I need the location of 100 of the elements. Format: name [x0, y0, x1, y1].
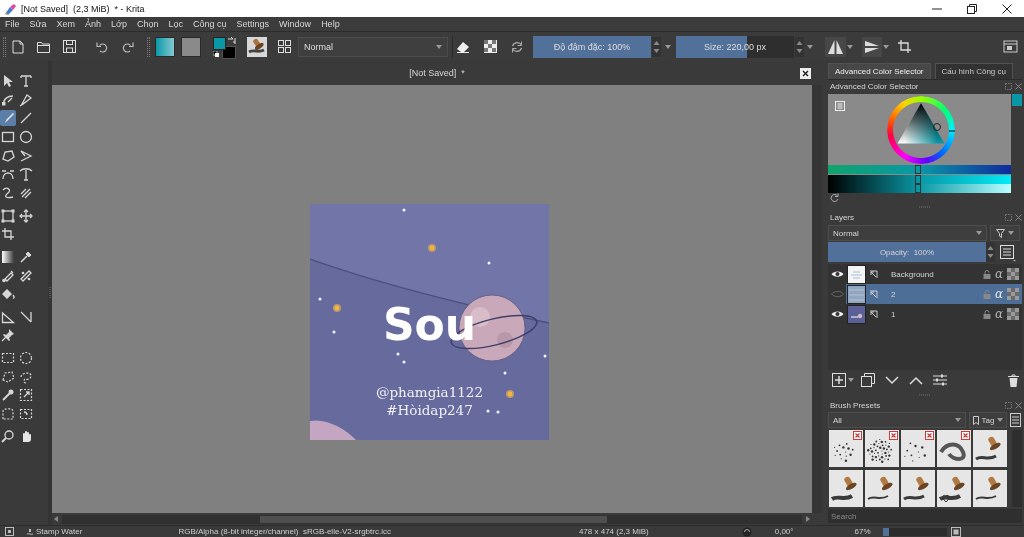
freehand-path-icon[interactable] [18, 166, 34, 183]
color-marker-icon[interactable] [932, 122, 941, 131]
brush-preset-thumbnail[interactable] [865, 470, 899, 507]
checkerboard-icon[interactable] [1007, 308, 1019, 320]
current-color-swatch[interactable] [1012, 94, 1022, 106]
color-slider-handle[interactable] [914, 174, 921, 184]
search-field[interactable]: Search [828, 509, 1022, 523]
gradient-icon[interactable] [0, 248, 16, 265]
spin-arrows-icon[interactable] [795, 36, 804, 57]
filter-button[interactable] [990, 225, 1020, 241]
move-icon[interactable] [18, 207, 34, 224]
reset-colors-icon[interactable] [213, 50, 219, 57]
layer-row[interactable]: Background α [846, 264, 1022, 284]
menu-item[interactable]: Chọn [132, 19, 164, 29]
menu-item[interactable]: Help [316, 19, 345, 29]
pin-icon[interactable] [0, 327, 16, 344]
brush-icon[interactable] [0, 110, 16, 127]
lock-icon[interactable] [982, 309, 991, 319]
new-document-icon[interactable] [12, 39, 24, 54]
restore-icon[interactable] [966, 3, 977, 14]
swap-colors-icon[interactable] [227, 35, 236, 45]
undo-icon[interactable] [96, 40, 108, 53]
menu-item[interactable]: Công cụ [188, 19, 232, 29]
grid-icon[interactable] [278, 40, 291, 53]
mirror-horizontal-icon[interactable] [825, 36, 846, 57]
brush-preset-thumbnail[interactable] [973, 470, 1007, 507]
corner-arrow-icon[interactable] [869, 309, 878, 319]
rotation-icon[interactable] [741, 526, 752, 537]
list-menu-icon[interactable] [835, 101, 845, 111]
trash-icon[interactable] [1008, 373, 1019, 387]
window-icon[interactable] [1003, 39, 1019, 54]
caret-icon[interactable] [997, 418, 1004, 422]
menu-item[interactable]: Window [274, 19, 317, 29]
menu-item[interactable]: Lọc [163, 19, 189, 29]
brush-preset-thumbnail[interactable] [829, 430, 863, 467]
polygon-selection-icon[interactable] [0, 368, 16, 385]
crop-icon[interactable] [897, 39, 912, 54]
chevron-down-icon[interactable] [885, 375, 899, 385]
brush-preset-thumbnail[interactable] [937, 470, 971, 507]
eye-icon[interactable] [830, 310, 844, 318]
view-mode-icon[interactable] [1010, 413, 1021, 427]
brush-preset-icon[interactable] [5, 527, 14, 536]
caret-icon[interactable] [847, 44, 853, 49]
brush-preset-thumbnail[interactable] [829, 470, 863, 507]
menu-item[interactable]: Ảnh [80, 19, 107, 29]
opacity-slider[interactable]: Opacity: 100% [828, 242, 986, 262]
ellipse-icon[interactable] [18, 129, 34, 146]
chevron-up-icon[interactable] [909, 375, 923, 385]
caret-icon[interactable] [848, 378, 854, 382]
alpha-lock-toggle[interactable]: α [994, 288, 1003, 300]
text-tool-icon[interactable] [18, 73, 34, 89]
curve-selection-icon[interactable] [0, 405, 16, 422]
menu-item[interactable]: File [0, 19, 25, 29]
vertical-scrollbar[interactable] [812, 85, 822, 513]
color-slider[interactable] [828, 165, 1011, 174]
reload-icon[interactable] [510, 39, 524, 54]
gradient-swatch[interactable] [155, 36, 175, 57]
layer-menu-icon[interactable] [997, 242, 1017, 262]
opacity-slider[interactable]: Độ đậm đặc: 100% [533, 35, 651, 58]
brush-preset-thumbnail[interactable] [247, 36, 267, 57]
transform-icon[interactable] [0, 207, 16, 224]
caret-icon[interactable] [436, 44, 442, 49]
blend-mode-dropdown[interactable]: Normal [828, 225, 987, 241]
folder-icon[interactable] [37, 40, 50, 53]
float-icon[interactable] [1005, 214, 1012, 221]
document-tab[interactable]: [Not Saved] * [409, 68, 465, 78]
stamp-icon[interactable] [26, 527, 34, 536]
color-slider[interactable] [828, 184, 1011, 193]
color-slider-handle[interactable] [914, 184, 921, 193]
eye-icon[interactable] [830, 270, 844, 278]
brush-preset-thumbnail[interactable] [901, 470, 935, 507]
caret-icon[interactable] [955, 418, 961, 422]
sliders-icon[interactable] [933, 374, 947, 386]
float-icon[interactable] [1005, 83, 1012, 90]
color-slider-handle[interactable] [914, 165, 921, 174]
brush-preset-thumbnail[interactable] [901, 430, 935, 467]
dock-tab[interactable]: Advanced Color Selector [828, 63, 931, 79]
tag-button[interactable]: Tag [969, 412, 1007, 428]
brush-preset-thumbnail[interactable] [865, 430, 899, 467]
layer-row[interactable]: 1 α [846, 304, 1022, 324]
funnel-icon[interactable] [996, 228, 1005, 238]
zoom-slider[interactable] [882, 527, 947, 536]
caret-icon[interactable] [665, 44, 671, 49]
menu-item[interactable]: Xem [51, 19, 81, 29]
brush-preset-thumbnail[interactable] [937, 430, 971, 467]
color-triangle[interactable] [897, 102, 944, 143]
foreground-color-swatch[interactable] [213, 36, 226, 50]
save-icon[interactable] [63, 40, 76, 53]
duplicate-layer-icon[interactable] [861, 373, 875, 387]
zoom-icon[interactable] [0, 428, 16, 445]
fit-view-icon[interactable] [950, 526, 961, 537]
close-icon[interactable] [800, 67, 811, 79]
hue-marker-icon[interactable] [947, 129, 955, 132]
caret-icon[interactable] [976, 231, 982, 235]
checkerboard-icon[interactable] [1007, 288, 1019, 300]
brush-preset-thumbnail[interactable] [973, 430, 1007, 467]
pattern-swatch[interactable] [181, 36, 201, 57]
alpha-lock-toggle[interactable]: α [994, 268, 1003, 280]
lock-icon[interactable] [982, 269, 991, 279]
caret-icon[interactable] [883, 44, 889, 49]
